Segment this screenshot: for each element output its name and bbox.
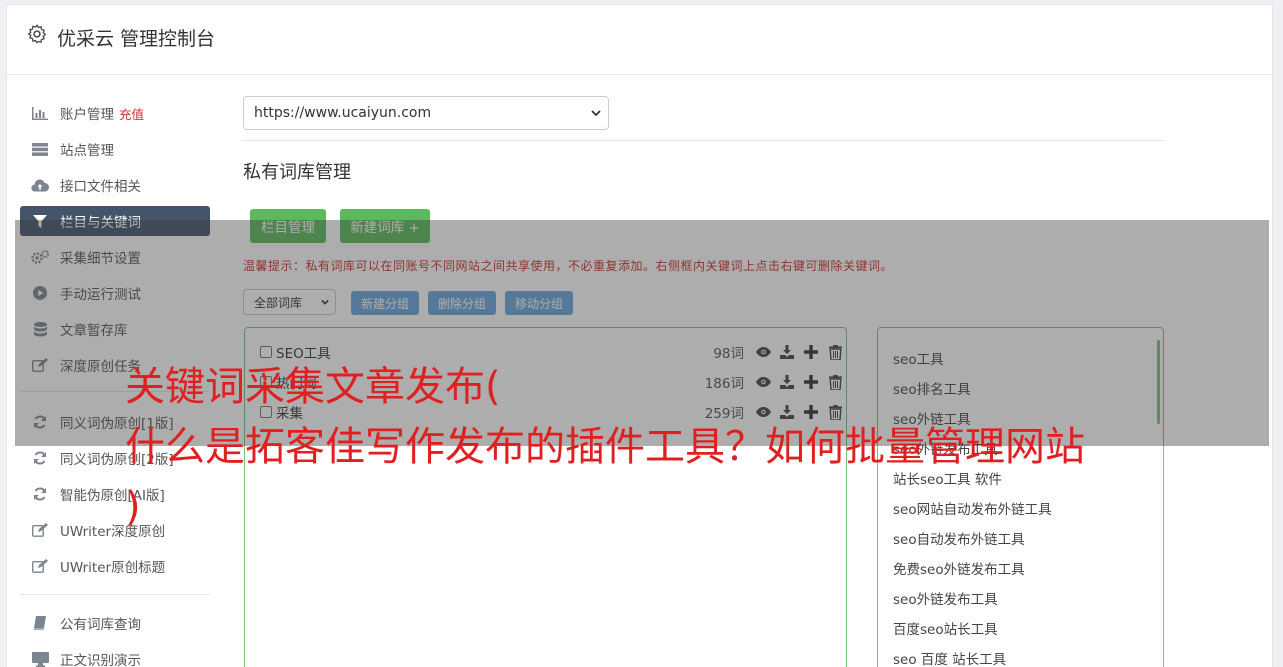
sidebar-item-label: 正文识别演示 [60,653,141,667]
sidebar-item-sites[interactable]: 站点管理 [20,134,210,164]
bar-chart-icon [31,106,49,120]
page-title: 优采云 管理控制台 [57,28,216,50]
sidebar-item-label: 接口文件相关 [60,179,141,195]
overlay-headline-line-2: 什么是拓客佳写作发布的插件工具？如何批量管理网站 [125,424,1085,470]
keyword-item[interactable]: 站长seo工具 软件 [893,468,1002,488]
sidebar-item-label: UWriter深度原创 [60,524,166,540]
keyword-item[interactable]: seo自动发布外链工具 [893,528,1025,548]
sidebar-item-account[interactable]: 账户管理 充值 [20,98,210,128]
overlay-headline-line-1: 关键词采集文章发布( [125,364,501,410]
book-icon [31,616,49,630]
image-overlay [15,220,1269,446]
monitor-icon [31,651,49,667]
edit-icon [31,559,49,573]
edit-icon [31,523,49,537]
sidebar-item-interface-files[interactable]: 接口文件相关 [20,170,210,200]
keyword-item[interactable]: seo外链发布工具 [893,588,998,608]
gear-icon [27,24,47,44]
section-title: 私有词库管理 [243,162,351,183]
sidebar-item-uwriter-title[interactable]: UWriter原创标题 [20,551,210,581]
sidebar-item-text-recognition[interactable]: 正文识别演示 [20,644,210,667]
overlay-headline-line-3: ) [125,484,141,530]
server-icon [31,142,49,156]
sidebar-item-label: 智能伪原创[AI版] [60,488,165,504]
sidebar-divider [20,594,210,595]
site-select-value: https://www.ucaiyun.com [254,105,432,121]
site-select[interactable]: https://www.ucaiyun.com [243,96,609,130]
header: 优采云 管理控制台 [7,5,1272,75]
sidebar-item-label: UWriter原创标题 [60,560,166,576]
refresh-icon [31,487,49,501]
refresh-icon [31,451,49,465]
cloud-upload-icon [31,178,49,192]
keyword-item[interactable]: 免费seo外链发布工具 [893,558,1025,578]
sidebar-item-uwriter-original[interactable]: UWriter深度原创 [20,515,210,545]
divider [243,140,1164,141]
chevron-down-icon [591,110,601,117]
sidebar-item-ai-rewrite[interactable]: 智能伪原创[AI版] [20,479,210,509]
sidebar-item-label: 公有词库查询 [60,617,141,633]
recharge-link[interactable]: 充值 [119,104,144,123]
sidebar-item-label: 站点管理 [60,143,114,159]
keyword-item[interactable]: seo 百度 站长工具 [893,648,1006,667]
keyword-item[interactable]: seo网站自动发布外链工具 [893,498,1052,518]
keyword-item[interactable]: 百度seo站长工具 [893,618,998,638]
sidebar-item-public-lexicon[interactable]: 公有词库查询 [20,608,210,638]
sidebar-item-label: 账户管理 [60,107,114,123]
